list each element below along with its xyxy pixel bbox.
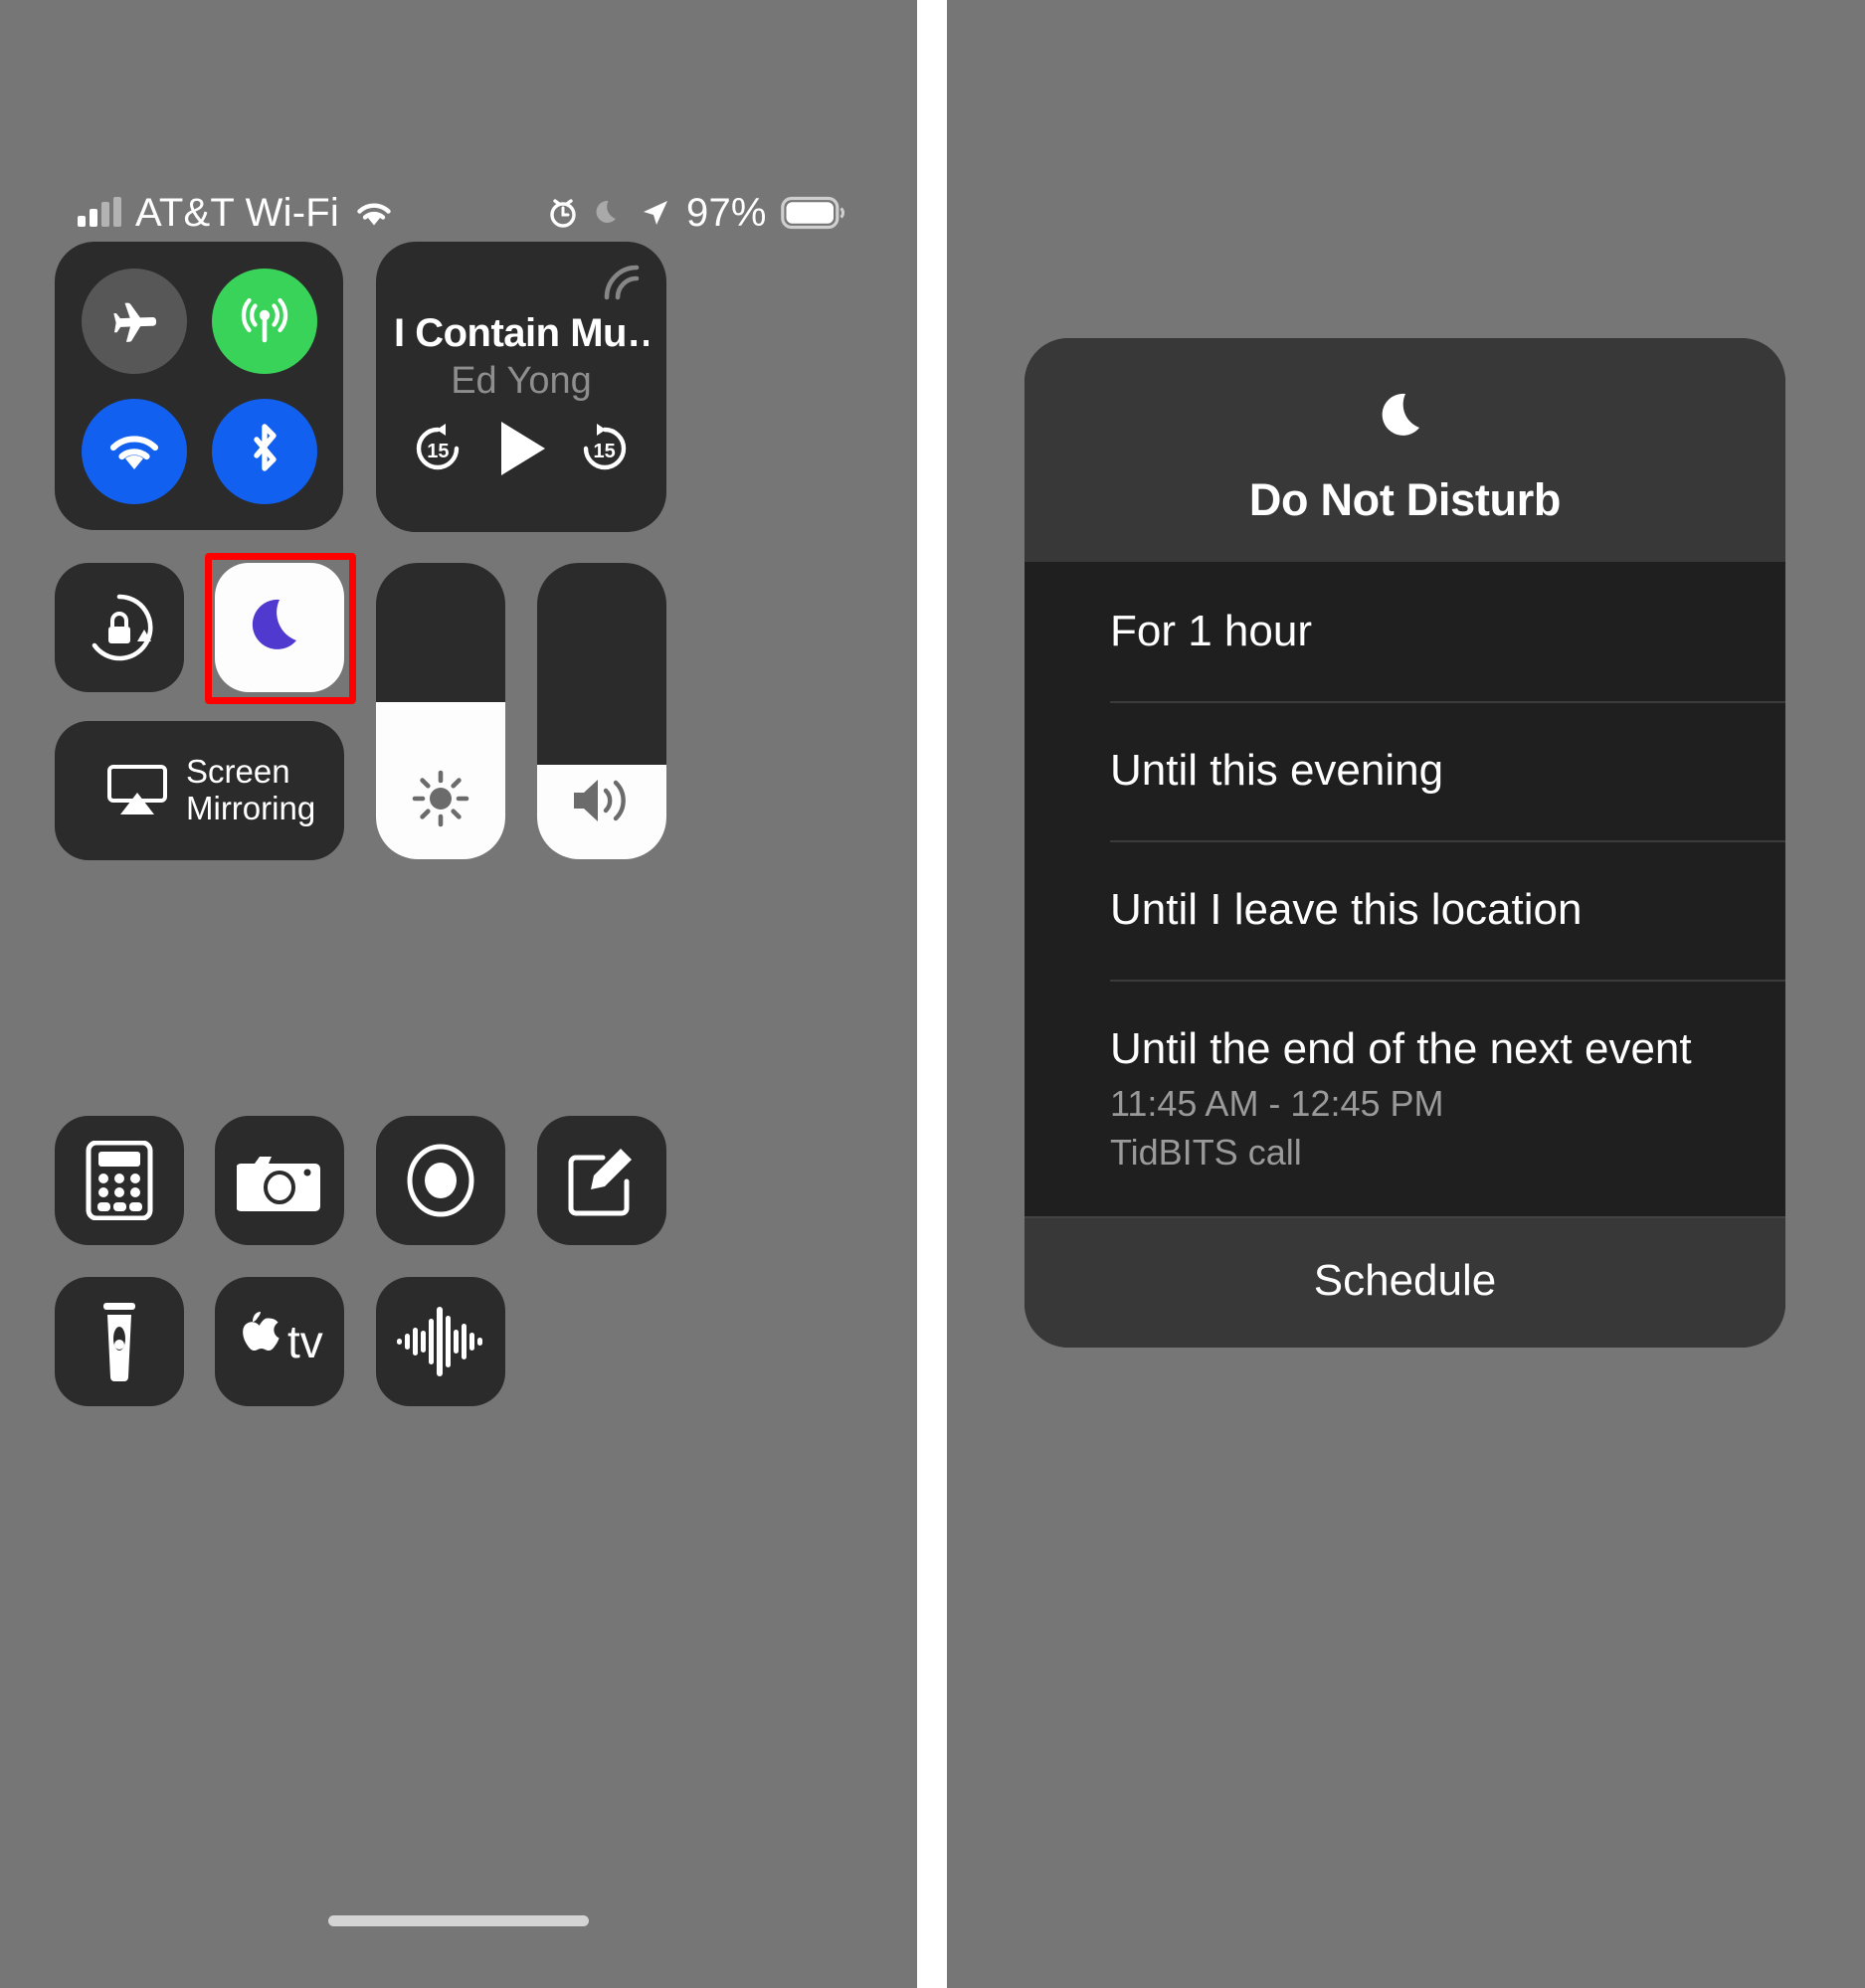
screen-record-icon	[407, 1144, 474, 1217]
play-button[interactable]	[489, 416, 553, 486]
apple-tv-remote-icon: tv	[243, 1312, 323, 1367]
battery-percent-label: 97%	[686, 190, 767, 235]
panel-divider	[917, 0, 947, 1988]
dnd-option-label: For 1 hour	[1110, 607, 1312, 655]
dnd-option-label: Until this evening	[1110, 745, 1444, 795]
camera-icon	[237, 1157, 320, 1211]
wifi-icon	[109, 435, 158, 469]
status-bar-right: 97%	[547, 191, 846, 236]
brightness-slider[interactable]	[376, 563, 505, 859]
voice-memos-icon	[397, 1307, 482, 1376]
screen-mirroring-label: Screen Mirroring	[186, 753, 316, 827]
dnd-schedule-button[interactable]: Schedule	[1025, 1216, 1785, 1349]
dnd-sheet-header: Do Not Disturb	[1025, 338, 1785, 562]
dnd-option-label: Until the end of the next event	[1110, 1023, 1692, 1073]
bluetooth-toggle[interactable]	[211, 398, 317, 504]
moon-icon	[252, 599, 296, 649]
flashlight-icon	[103, 1303, 135, 1381]
brightness-sun-icon	[376, 768, 505, 829]
dnd-options-list: For 1 hour Until this evening Until I le…	[1025, 562, 1785, 1217]
dnd-sheet-title: Do Not Disturb	[1248, 474, 1562, 525]
screen-mirroring-line2: Mirroring	[186, 790, 316, 826]
screen-record-button[interactable]	[376, 1116, 505, 1245]
rotation-lock-toggle[interactable]	[55, 563, 184, 692]
dnd-schedule-label: Schedule	[1313, 1256, 1497, 1306]
dnd-option-event-time: 11:45 AM - 12:45 PM	[1110, 1082, 1444, 1124]
screen-mirroring-line1: Screen	[186, 753, 290, 791]
notes-compose-button[interactable]	[537, 1116, 666, 1245]
screen-mirroring-button[interactable]: Screen Mirroring	[55, 721, 344, 860]
calculator-icon	[86, 1141, 153, 1220]
dnd-option-label: Until I leave this location	[1110, 884, 1583, 934]
svg-text:tv: tv	[287, 1316, 323, 1367]
speaker-waves-icon	[537, 772, 666, 829]
calculator-button[interactable]	[55, 1116, 184, 1245]
control-center-panel: AT&T Wi-Fi 97% I Contain Mu… Ed Yong 15 …	[0, 0, 917, 1988]
dnd-option-until-this-evening[interactable]: Until this evening	[1025, 700, 1785, 840]
airplay-audio-icon[interactable]	[597, 258, 645, 310]
media-title: I Contain Mu…	[394, 311, 649, 355]
play-icon	[500, 422, 545, 475]
now-playing-card[interactable]: I Contain Mu… Ed Yong 15 15	[376, 242, 666, 532]
wifi-toggle[interactable]	[81, 398, 187, 504]
dnd-option-until-end-of-next-event[interactable]: Until the end of the next event 11:45 AM…	[1025, 979, 1785, 1217]
home-indicator	[328, 1915, 589, 1926]
dnd-sheet: Do Not Disturb For 1 hour Until this eve…	[1025, 338, 1785, 1349]
skip-back-15-label: 15	[427, 441, 450, 462]
skip-forward-15-button[interactable]: 15	[576, 420, 634, 482]
dnd-options-panel: Do Not Disturb For 1 hour Until this eve…	[947, 0, 1865, 1988]
signal-bars-icon	[78, 197, 121, 227]
dnd-option-for-1-hour[interactable]: For 1 hour	[1025, 562, 1785, 701]
volume-slider[interactable]	[537, 563, 666, 859]
status-bar: AT&T Wi-Fi 97%	[0, 184, 917, 242]
screenshot-stage: AT&T Wi-Fi 97% I Contain Mu… Ed Yong 15 …	[0, 0, 1865, 1988]
cellular-data-toggle[interactable]	[211, 268, 317, 374]
media-controls: 15 15	[376, 416, 666, 486]
dnd-option-event-title: TidBITS call	[1110, 1132, 1302, 1174]
media-artist: Ed Yong	[451, 360, 592, 402]
carrier-label: AT&T Wi-Fi	[135, 190, 339, 235]
battery-icon	[780, 196, 844, 230]
connectivity-module[interactable]	[55, 242, 343, 530]
wifi-icon	[357, 203, 391, 226]
apple-tv-remote-button[interactable]: tv	[215, 1277, 344, 1406]
do-not-disturb-toggle[interactable]	[215, 563, 344, 692]
rotation-lock-icon	[92, 594, 153, 661]
cellular-antenna-icon	[241, 297, 287, 342]
skip-back-15-button[interactable]: 15	[409, 420, 466, 482]
flashlight-button[interactable]	[55, 1277, 184, 1406]
notes-compose-icon	[568, 1149, 632, 1216]
airplane-mode-toggle[interactable]	[81, 268, 187, 374]
location-arrow-icon	[644, 201, 667, 225]
airplay-video-icon	[107, 765, 167, 814]
airplane-icon	[112, 302, 156, 342]
skip-forward-15-label: 15	[593, 441, 616, 462]
status-bar-left: AT&T Wi-Fi	[78, 191, 395, 236]
alarm-clock-icon	[550, 199, 576, 228]
moon-icon	[1382, 393, 1419, 436]
moon-icon	[596, 200, 616, 223]
dnd-option-until-i-leave-this-location[interactable]: Until I leave this location	[1025, 839, 1785, 980]
bluetooth-icon	[253, 423, 277, 471]
camera-button[interactable]	[215, 1116, 344, 1245]
voice-memos-button[interactable]	[376, 1277, 505, 1406]
